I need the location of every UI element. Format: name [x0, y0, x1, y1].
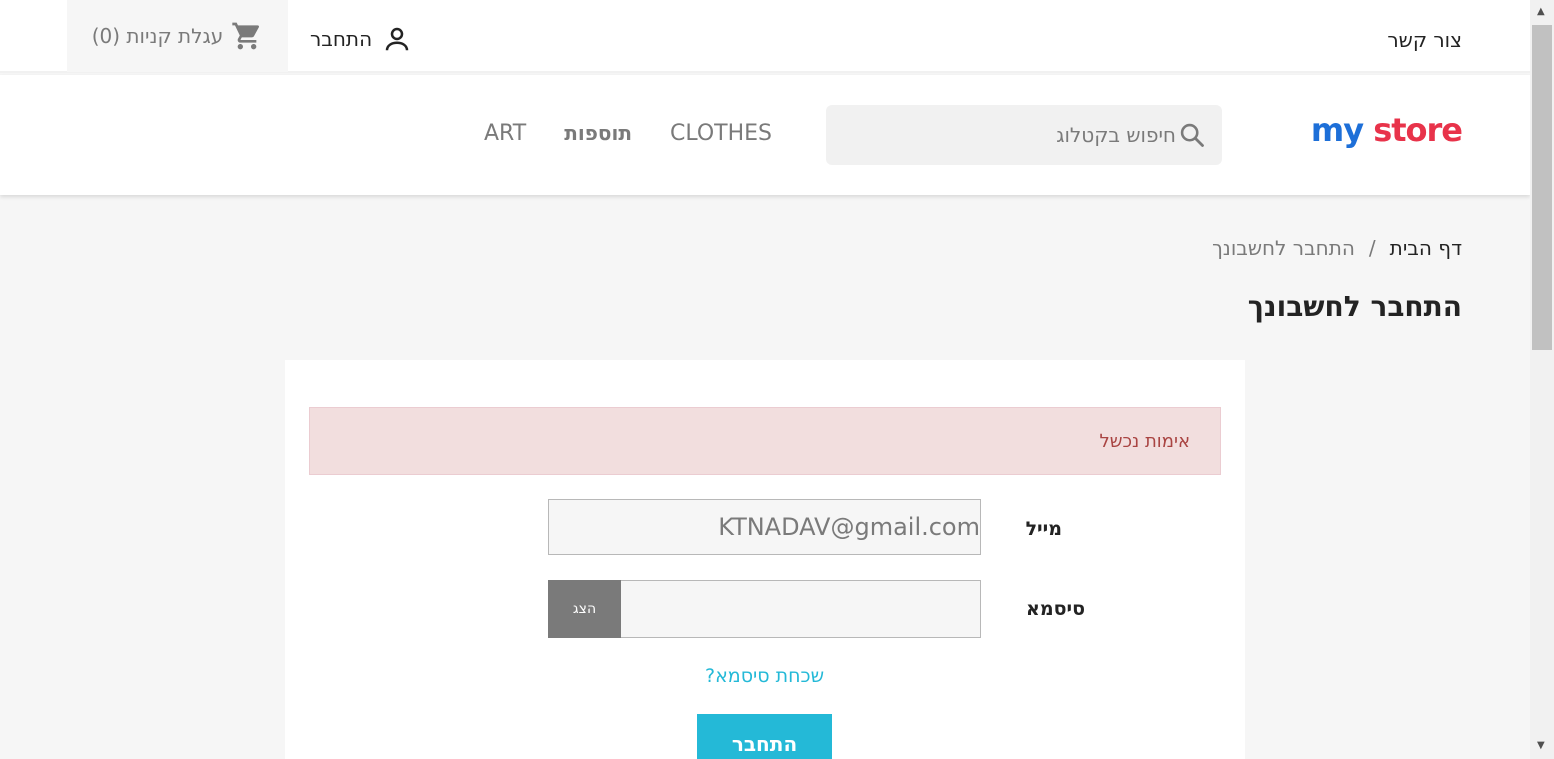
contact-link[interactable]: צור קשר: [1387, 28, 1462, 52]
email-field[interactable]: KTNADAV@gmail.com: [548, 499, 981, 555]
breadcrumb-home[interactable]: דף הבית: [1390, 236, 1462, 260]
password-label: סיסמא: [1025, 598, 1085, 620]
user-icon: [385, 27, 409, 51]
cart-button[interactable]: עגלת קניות (0): [67, 0, 288, 72]
cart-label: עגלת קניות (0): [91, 24, 224, 48]
breadcrumb-separator: /: [1368, 236, 1376, 260]
shopping-cart-icon: [232, 22, 260, 50]
password-field[interactable]: הצג: [548, 580, 981, 638]
email-value: KTNADAV@gmail.com: [718, 513, 980, 541]
breadcrumb-current[interactable]: התחבר לחשבונך: [1212, 236, 1355, 260]
scroll-thumb[interactable]: [1532, 25, 1552, 350]
nav-item-clothes[interactable]: CLOTHES: [670, 121, 772, 146]
main-nav: ART תוספות CLOTHES: [484, 121, 772, 146]
signin-label: התחבר: [310, 27, 373, 51]
page-scrollbar[interactable]: ▲ ▼: [1530, 0, 1554, 759]
login-button[interactable]: התחבר: [697, 714, 832, 759]
page-title: התחבר לחשבונך: [1247, 290, 1462, 323]
error-alert: אימות נכשל: [309, 407, 1221, 475]
signin-link[interactable]: התחבר: [310, 24, 412, 54]
store-logo[interactable]: my store: [1310, 111, 1463, 149]
logo-my: my: [1310, 111, 1364, 149]
search-box: [826, 105, 1222, 165]
scroll-up-arrow-icon[interactable]: ▲: [1537, 6, 1545, 17]
logo-store: store: [1373, 111, 1463, 149]
nav-item-accessories[interactable]: תוספות: [564, 121, 632, 146]
forgot-password-link[interactable]: שכחת סיסמא?: [705, 665, 824, 687]
breadcrumb: דף הבית / התחבר לחשבונך: [1212, 236, 1462, 260]
show-password-button[interactable]: הצג: [548, 580, 621, 638]
scroll-down-arrow-icon[interactable]: ▼: [1537, 740, 1545, 751]
search-input[interactable]: [846, 105, 1176, 165]
email-label: מייל: [1025, 518, 1062, 540]
login-card: אימות נכשל מייל KTNADAV@gmail.com סיסמא …: [285, 360, 1245, 759]
nav-item-art[interactable]: ART: [484, 121, 526, 146]
main-header: my store ART תוספות CLOTHES: [0, 75, 1530, 195]
search-icon[interactable]: [1178, 121, 1206, 149]
top-bar: צור קשר התחבר עגלת קניות (0): [0, 0, 1530, 73]
